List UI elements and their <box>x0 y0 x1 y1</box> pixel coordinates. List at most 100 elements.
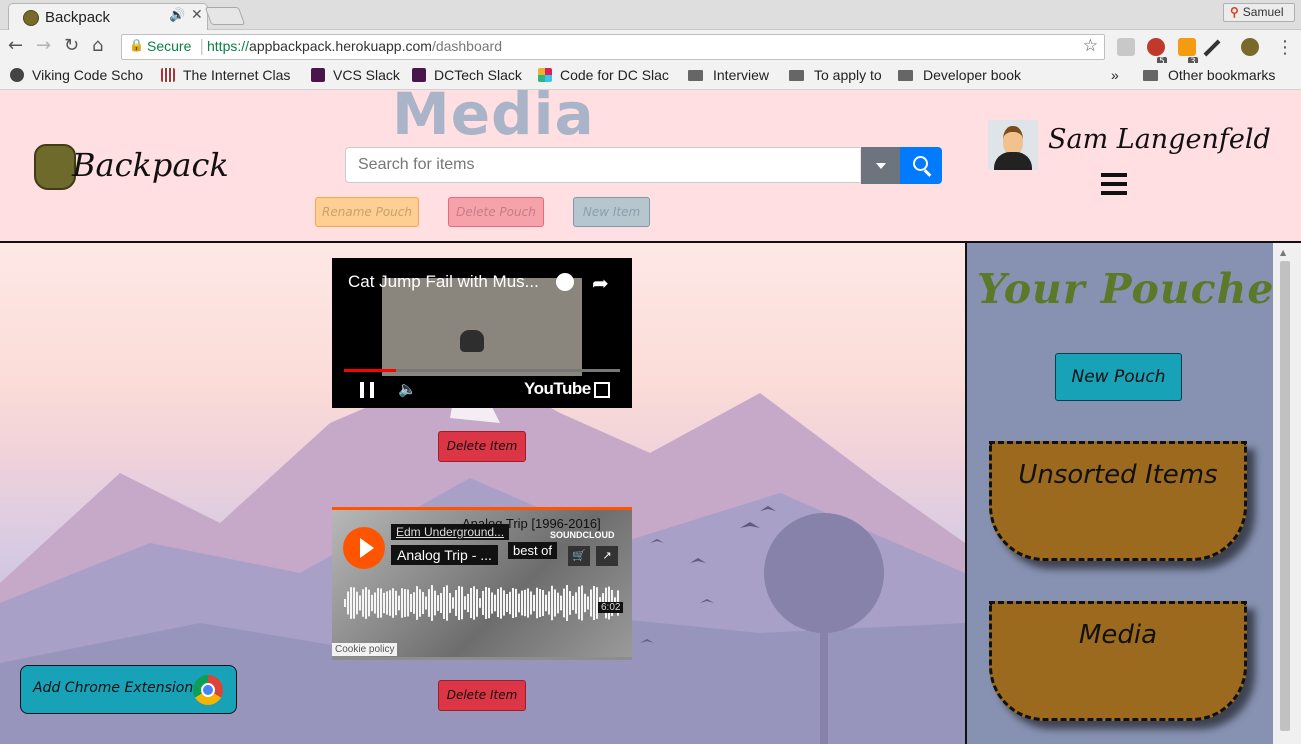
waveform-bar <box>530 591 532 615</box>
youtube-logo[interactable]: YouTube <box>524 379 591 399</box>
bookmark-vcs-slack[interactable]: VCS Slack <box>311 67 403 83</box>
delete-pouch-button[interactable]: Delete Pouch <box>448 197 544 227</box>
waveform-bar <box>521 590 523 616</box>
volume-icon[interactable]: 🔈 <box>398 380 417 398</box>
waveform-bar <box>359 595 361 611</box>
video-title[interactable]: Cat Jump Fail with Mus... <box>348 272 539 292</box>
waveform-bar <box>434 590 436 616</box>
avatar-body <box>994 152 1032 170</box>
new-item-button[interactable]: New Item <box>573 197 650 227</box>
logo-text[interactable]: Backpack <box>72 146 229 184</box>
watch-later-icon[interactable] <box>556 273 574 291</box>
waveform-bar <box>575 592 577 614</box>
cookie-policy-link[interactable]: Cookie policy <box>332 643 398 656</box>
video-progress-bar[interactable] <box>344 369 620 372</box>
bookmark-label: To apply to <box>814 67 882 83</box>
soundcloud-uploader-link[interactable]: Edm Underground... <box>391 524 510 540</box>
waveform-bar <box>488 587 490 619</box>
bookmark-star-icon[interactable]: ☆ <box>1083 36 1098 56</box>
waveform[interactable] <box>344 584 620 622</box>
browser-menu-icon[interactable]: ⋮ <box>1276 37 1294 58</box>
waveform-bar <box>551 585 553 621</box>
address-bar[interactable]: 🔒 Secure | https://appbackpack.herokuapp… <box>121 34 1105 60</box>
delete-item-button[interactable]: Delete Item <box>438 680 526 711</box>
forward-arrow-icon[interactable]: → <box>36 35 51 56</box>
play-button[interactable] <box>343 527 385 569</box>
extension-adblock-icon[interactable]: 5 <box>1147 38 1167 67</box>
rss-extension-icon[interactable]: 3 <box>1178 38 1198 67</box>
chrome-logo-icon <box>193 675 223 705</box>
waveform-bar <box>410 593 412 613</box>
share-arrow-icon[interactable]: ➦ <box>592 271 609 295</box>
backpack-logo-icon[interactable] <box>34 144 76 190</box>
waveform-bar <box>404 589 406 617</box>
backpack-extension-icon[interactable] <box>1241 38 1259 56</box>
new-pouch-button[interactable]: New Pouch <box>1055 353 1182 401</box>
tab-backpack[interactable]: Backpack 🔊 ✕ <box>8 3 208 31</box>
scroll-up-arrow-icon[interactable]: ▲ <box>1280 248 1286 257</box>
rename-pouch-button[interactable]: Rename Pouch <box>315 197 419 227</box>
youtube-video-player[interactable]: Cat Jump Fail with Mus... ➦ 🔈 YouTube <box>332 258 632 408</box>
pause-icon[interactable] <box>360 382 374 398</box>
bookmark-folder-interview[interactable]: Interview <box>688 67 780 83</box>
bookmark-label: The Internet Clas <box>183 67 291 83</box>
share-icon[interactable]: ↗ <box>596 546 618 566</box>
waveform-bar <box>428 589 430 617</box>
cat-figure <box>460 330 484 352</box>
waveform-bar <box>446 585 448 621</box>
scrollbar[interactable]: ▲ <box>1273 243 1301 744</box>
waveform-bar <box>524 589 526 617</box>
soundcloud-logo[interactable]: SOUNDCLOUD <box>550 530 615 540</box>
avatar[interactable] <box>988 120 1038 170</box>
cart-icon[interactable]: 🛒 <box>568 546 590 566</box>
fullscreen-icon[interactable] <box>594 382 610 398</box>
bookmark-viking-code-school[interactable]: Viking Code Scho <box>10 67 148 83</box>
waveform-bar <box>527 588 529 618</box>
video-frame[interactable] <box>382 278 582 376</box>
soundcloud-player[interactable]: Analog Trip [1996-2016] Edm Underground.… <box>332 507 632 660</box>
back-arrow-icon[interactable]: ← <box>8 35 23 56</box>
waveform-bar <box>482 590 484 616</box>
waveform-bar <box>353 587 355 619</box>
waveform-bar <box>452 597 454 609</box>
reload-icon[interactable]: ↻ <box>64 35 79 56</box>
profile-badge[interactable]: ⚲ Samuel <box>1223 3 1295 22</box>
speaker-icon[interactable]: 🔊 <box>169 8 185 23</box>
pouch-unsorted-items[interactable]: Unsorted Items <box>989 441 1247 561</box>
new-tab-button[interactable] <box>204 7 246 25</box>
scroll-thumb[interactable] <box>1280 261 1290 731</box>
waveform-bar <box>455 590 457 616</box>
search-button[interactable] <box>900 147 942 184</box>
home-icon[interactable]: ⌂ <box>92 35 103 56</box>
delete-item-button[interactable]: Delete Item <box>438 431 526 462</box>
waveform-bar <box>566 585 568 621</box>
bookmark-folder-developer-books[interactable]: Developer book <box>898 67 1034 83</box>
waveform-bar <box>515 588 517 618</box>
bookmarks-overflow-chevron[interactable]: » <box>1111 67 1125 83</box>
hamburger-menu-icon[interactable] <box>1101 173 1127 195</box>
bookmark-internet-classics[interactable]: The Internet Clas <box>161 67 298 83</box>
waveform-bar <box>350 587 352 619</box>
search-filter-dropdown[interactable] <box>861 147 900 184</box>
pouch-label: Media <box>1078 620 1158 650</box>
waveform-bar <box>536 587 538 619</box>
extension-icon[interactable] <box>1117 38 1135 56</box>
eyedropper-icon[interactable] <box>1203 39 1221 57</box>
waveform-bar <box>371 594 373 612</box>
waveform-bar <box>503 590 505 616</box>
waveform-bar <box>431 585 433 621</box>
waveform-bar <box>413 592 415 614</box>
browser-toolbar: ← → ↻ ⌂ 🔒 Secure | https://appbackpack.h… <box>0 30 1301 67</box>
tab-strip: Backpack 🔊 ✕ ⚲ Samuel <box>0 0 1301 31</box>
pouch-media[interactable]: Media <box>989 601 1247 721</box>
add-chrome-extension-button[interactable]: Add Chrome Extension <box>20 665 237 714</box>
search-input[interactable] <box>345 147 860 183</box>
waveform-bar <box>539 589 541 617</box>
folder-icon <box>688 70 703 81</box>
page-title: Media <box>392 80 595 148</box>
bookmark-other-bookmarks[interactable]: Other bookmarks <box>1143 67 1293 83</box>
waveform-bar <box>542 590 544 616</box>
soundcloud-track-title[interactable]: Analog Trip - ... <box>391 545 498 565</box>
bookmark-folder-to-apply-to[interactable]: To apply to <box>789 67 889 83</box>
close-icon[interactable]: ✕ <box>191 7 203 23</box>
